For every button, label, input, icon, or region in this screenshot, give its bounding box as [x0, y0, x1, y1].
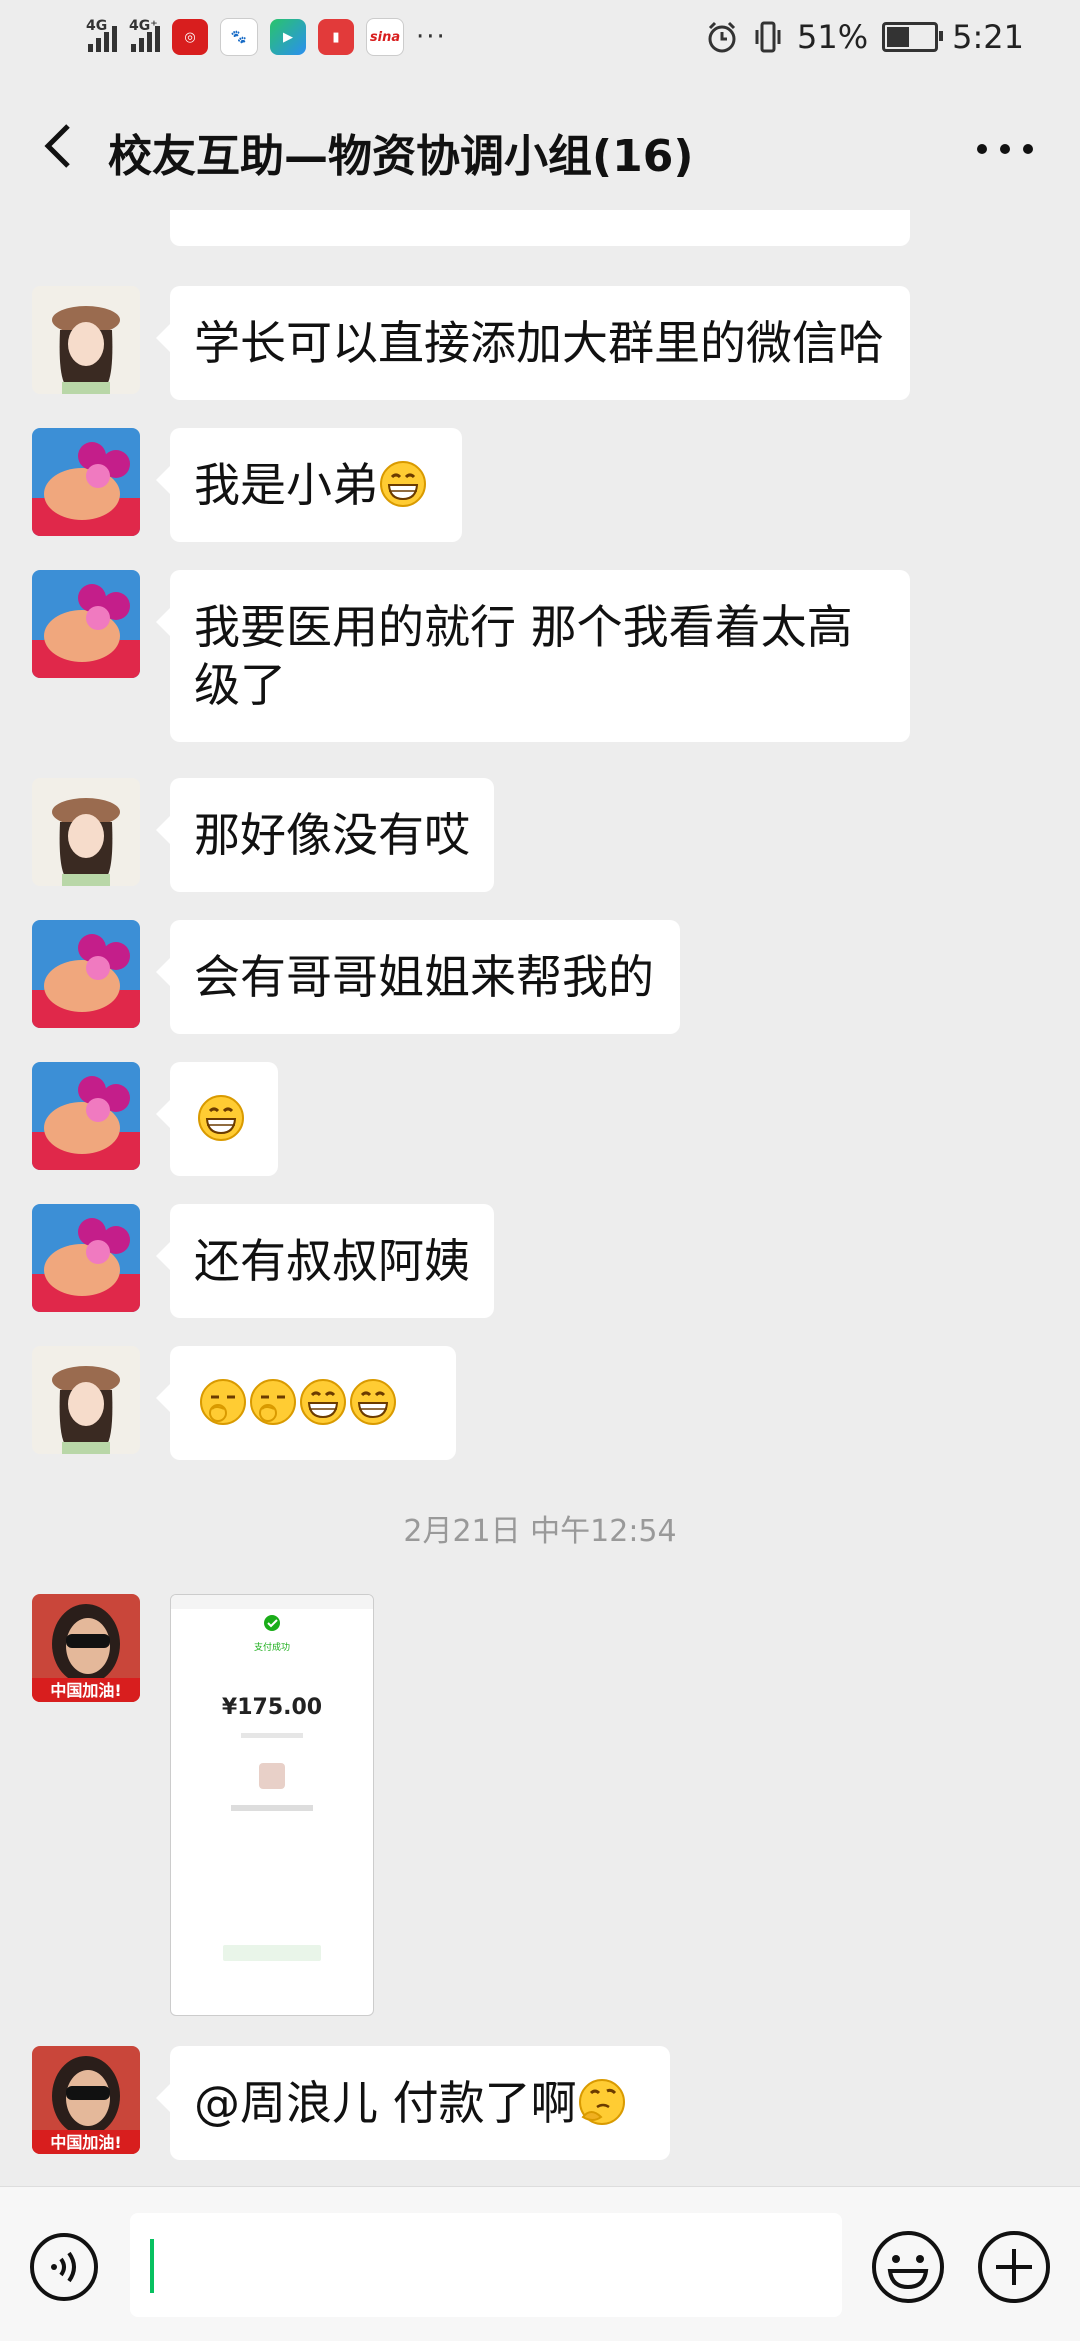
payment-amount: ¥175.00 — [221, 1695, 323, 1720]
avatar-badge: 中国加油! — [50, 2133, 121, 2152]
emoji-icon[interactable] — [868, 2227, 948, 2307]
message-bubble[interactable]: 还有叔叔阿姨 — [156, 1204, 494, 1318]
more-notifications-icon: ··· — [416, 22, 447, 52]
status-bar: 4G 4G⁺ ◎ 🐾 ▶ ▮ sina ··· 51% 5:21 — [0, 0, 1080, 84]
message-bubble[interactable]: 我是小弟 — [156, 428, 462, 542]
message-bubble-partial[interactable] — [170, 210, 910, 246]
message-text: 会有哥哥姐姐来帮我的 — [194, 950, 654, 1004]
message-bubble[interactable]: 学长可以直接添加大群里的微信哈 — [156, 286, 910, 400]
thinking-emoji-icon — [578, 2079, 625, 2125]
avatar-girl[interactable] — [32, 778, 140, 886]
app-notification-icon: ◎ — [172, 19, 208, 55]
message-bubble[interactable]: 那好像没有哎 — [156, 778, 494, 892]
signal-icon-2: 4G⁺ — [129, 18, 160, 52]
more-options-icon[interactable] — [970, 124, 1040, 174]
message-bubble[interactable] — [156, 1062, 278, 1176]
message-text: 学长可以直接添加大群里的微信哈 — [194, 316, 884, 370]
grin-emoji-icon — [350, 1379, 396, 1425]
message-bubble[interactable]: 我要医用的就行 那个我看着太高级了 — [156, 570, 910, 742]
clock: 5:21 — [952, 18, 1024, 56]
payment-screenshot-image[interactable]: 支付成功 ¥175.00 — [170, 1594, 374, 2016]
avatar-boy[interactable] — [32, 570, 140, 678]
chat-header: 校友互助—物资协调小组(16) — [0, 84, 1080, 210]
network-type-label: 4G — [86, 18, 108, 34]
message-input[interactable] — [130, 2213, 842, 2317]
avatar-girl[interactable] — [32, 1346, 140, 1454]
avatar-boy[interactable] — [32, 428, 140, 536]
text-cursor — [150, 2239, 154, 2293]
chat-title: 校友互助—物资协调小组(16) — [108, 131, 694, 182]
message-text: @周浪儿 付款了啊 — [194, 2076, 577, 2130]
avatar-boy[interactable] — [32, 1204, 140, 1312]
grin-emoji-icon — [198, 1095, 244, 1141]
grin-emoji-icon — [380, 461, 426, 507]
vibrate-icon — [755, 21, 781, 53]
message-bubble[interactable] — [156, 1346, 456, 1460]
yawn-emoji-icon — [200, 1379, 246, 1425]
alarm-icon — [708, 21, 736, 53]
message-timestamp: 2月21日 中午12:54 — [403, 1514, 677, 1549]
grin-emoji-icon — [300, 1379, 346, 1425]
voice-input-icon[interactable] — [28, 2231, 100, 2303]
message-text: 那好像没有哎 — [194, 808, 470, 862]
battery-percent: 51% — [797, 18, 869, 56]
message-list[interactable]: 学长可以直接添加大群里的微信哈 我是小弟 我要医用的就行 那个我看着太高级了 那… — [0, 210, 1080, 2186]
message-bubble[interactable]: @周浪儿 付款了啊 — [156, 2046, 670, 2160]
avatar-boy[interactable] — [32, 1062, 140, 1170]
input-toolbar — [0, 2186, 1080, 2341]
network-type-label-2: 4G⁺ — [129, 18, 158, 34]
sina-icon: sina — [366, 18, 404, 56]
back-arrow-icon[interactable] — [30, 116, 90, 176]
signal-icon: 4G — [86, 18, 117, 52]
avatar-boy[interactable] — [32, 920, 140, 1028]
message-text: 我要医用的就行 那个我看着太高级了 — [194, 600, 853, 712]
reader-app-icon: ▮ — [318, 19, 354, 55]
video-app-icon: ▶ — [270, 19, 306, 55]
baidu-icon: 🐾 — [220, 18, 258, 56]
message-text: 还有叔叔阿姨 — [194, 1234, 470, 1288]
avatar-girl[interactable] — [32, 286, 140, 394]
avatar-badge: 中国加油! — [50, 1681, 121, 1700]
yawn-emoji-icon — [250, 1379, 296, 1425]
avatar-user[interactable]: 中国加油! — [32, 1594, 140, 1702]
message-bubble[interactable]: 会有哥哥姐姐来帮我的 — [156, 920, 680, 1034]
payment-status: 支付成功 — [253, 1643, 290, 1653]
message-text: 我是小弟 — [194, 458, 378, 512]
avatar-user[interactable]: 中国加油! — [32, 2046, 140, 2154]
plus-icon[interactable] — [974, 2227, 1054, 2307]
battery-icon — [882, 22, 944, 52]
